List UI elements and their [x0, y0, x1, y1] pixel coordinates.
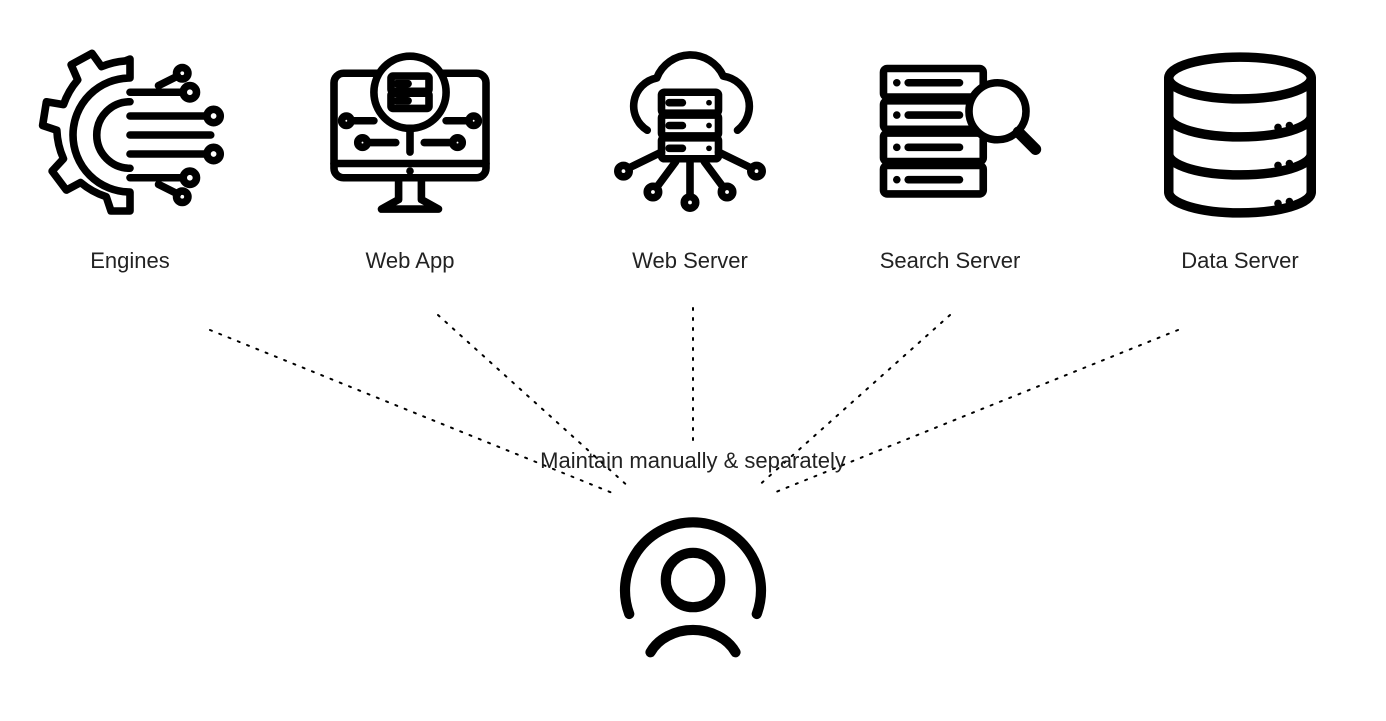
- node-search-server: Search Server: [840, 40, 1060, 274]
- node-web-app-label: Web App: [300, 248, 520, 274]
- web-app-icon: [315, 40, 505, 230]
- user-icon: [608, 490, 778, 670]
- node-search-server-label: Search Server: [840, 248, 1060, 274]
- node-data-server: Data Server: [1130, 40, 1350, 274]
- node-web-app: Web App: [300, 40, 520, 274]
- node-engines: Engines: [20, 40, 240, 274]
- node-web-server-label: Web Server: [580, 248, 800, 274]
- node-web-server: Web Server: [580, 40, 800, 274]
- data-server-icon: [1145, 40, 1335, 230]
- node-engines-label: Engines: [20, 248, 240, 274]
- search-server-icon: [855, 40, 1045, 230]
- engines-icon: [35, 40, 225, 230]
- caption-text: Maintain manually & separately: [493, 448, 893, 474]
- node-data-server-label: Data Server: [1130, 248, 1350, 274]
- web-server-icon: [595, 40, 785, 230]
